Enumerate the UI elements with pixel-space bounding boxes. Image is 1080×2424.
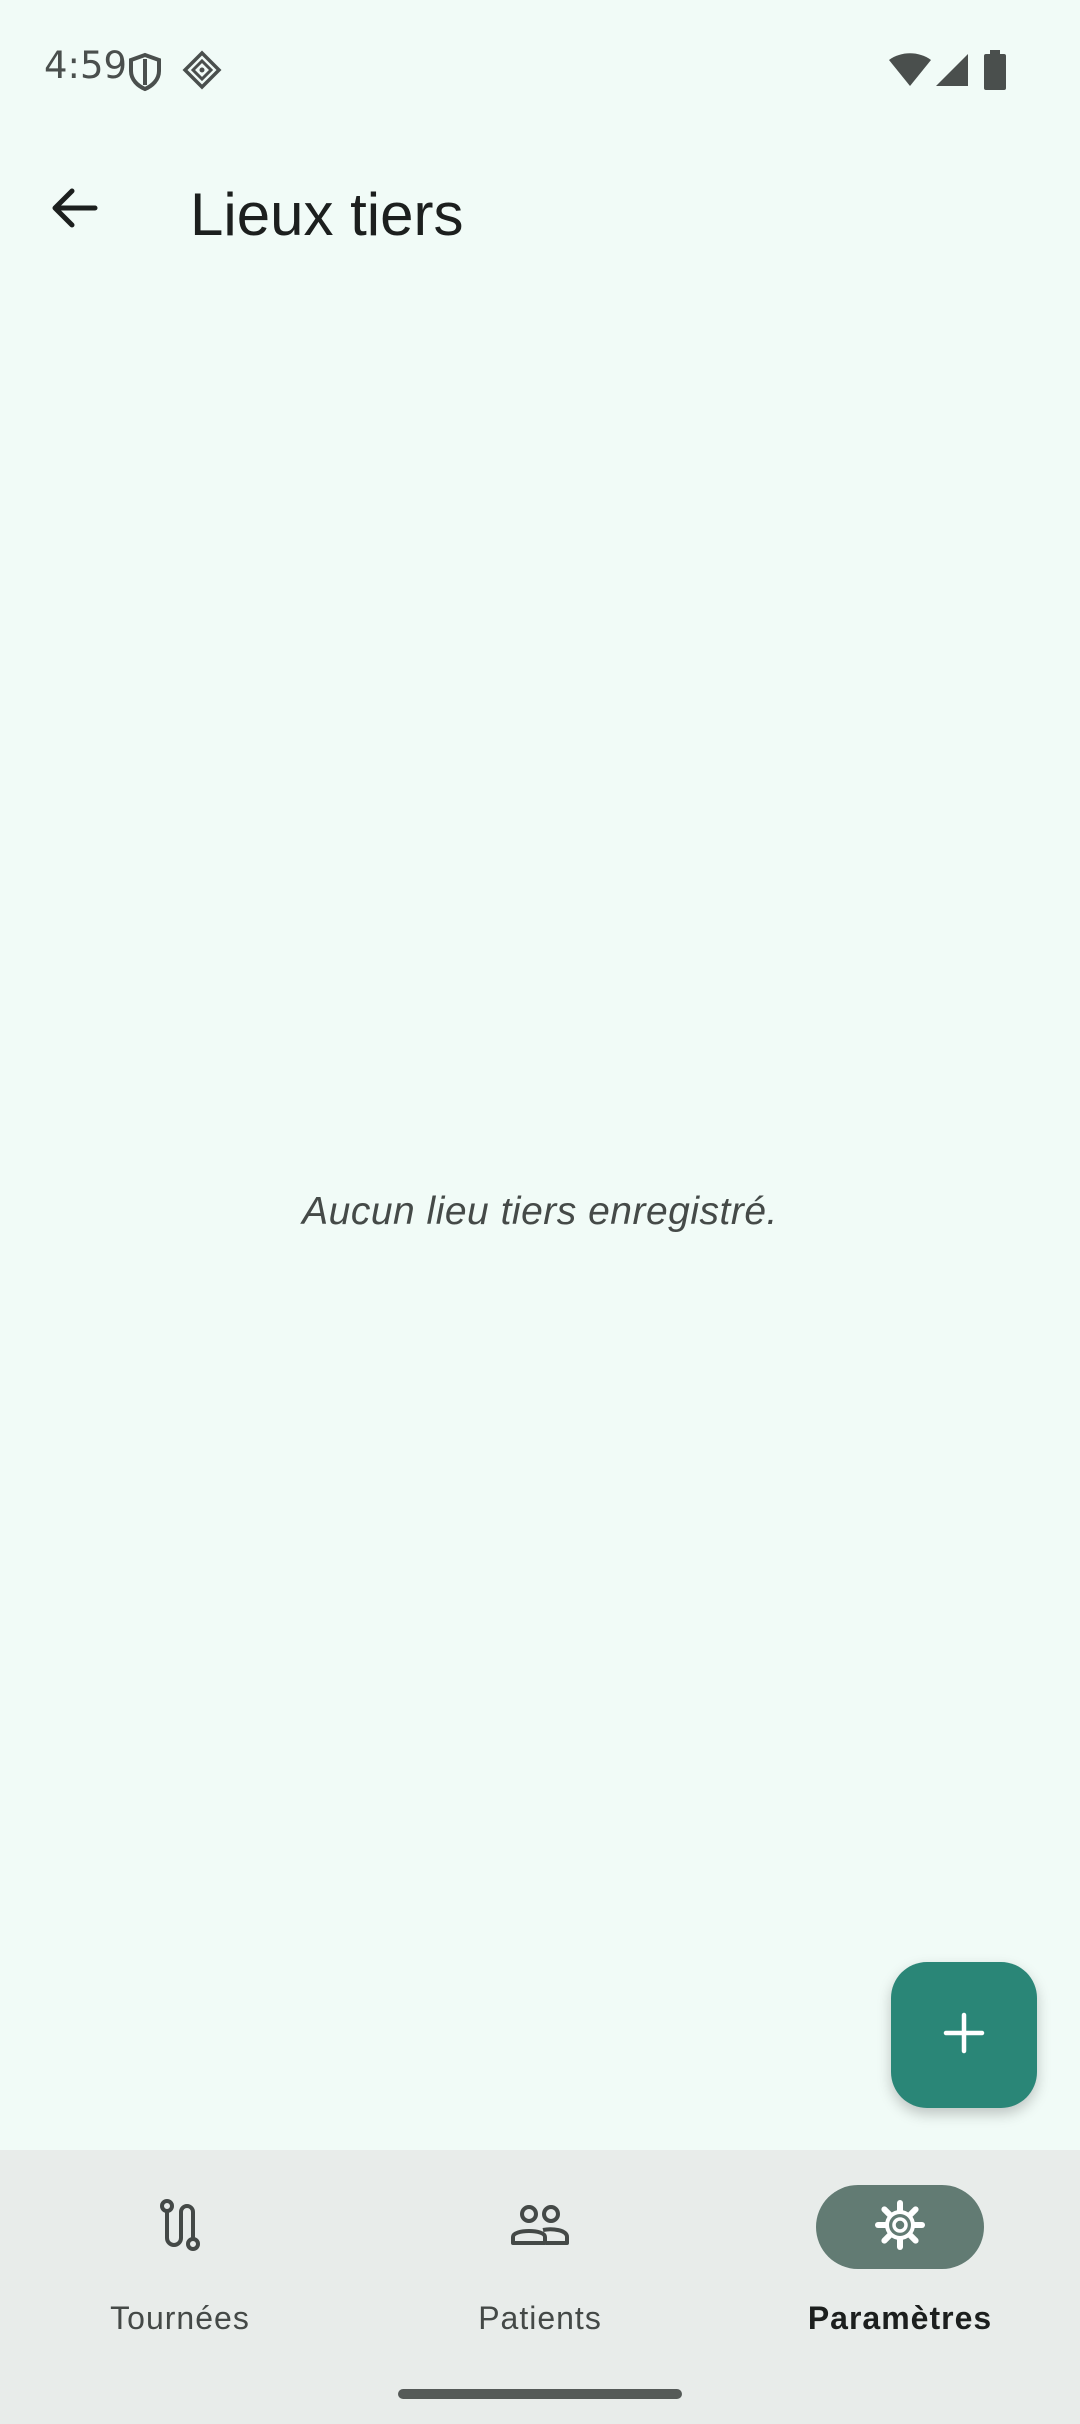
- battery-icon: [984, 50, 1006, 95]
- nav-label-tournees: Tournées: [110, 2300, 250, 2336]
- nav-pill: [96, 2185, 264, 2269]
- app-bar: Lieux tiers: [0, 140, 1080, 290]
- status-bar: 4:59: [0, 0, 1080, 140]
- signal-icon: [934, 52, 970, 93]
- nav-label-patients: Patients: [478, 2300, 602, 2336]
- bottom-navigation: Tournées Patients Paramètres: [0, 2150, 1080, 2424]
- nav-pill: [456, 2185, 624, 2269]
- route-icon: [154, 2198, 206, 2257]
- nav-item-parametres[interactable]: Paramètres: [720, 2150, 1080, 2370]
- back-button[interactable]: [36, 172, 112, 248]
- people-icon: [510, 2203, 570, 2252]
- nav-item-patients[interactable]: Patients: [360, 2150, 720, 2370]
- home-indicator[interactable]: [398, 2389, 682, 2399]
- grid-diamond-icon: [182, 50, 222, 95]
- status-time: 4:59: [44, 44, 128, 87]
- nav-label-parametres: Paramètres: [807, 2300, 993, 2336]
- add-place-button[interactable]: [891, 1962, 1037, 2108]
- arrow-back-icon: [49, 183, 99, 238]
- shield-icon: [128, 52, 162, 97]
- nav-item-tournees[interactable]: Tournées: [0, 2150, 360, 2370]
- empty-state-message: Aucun lieu tiers enregistré.: [302, 1190, 778, 1233]
- wifi-icon: [888, 52, 932, 93]
- plus-icon: [942, 2011, 986, 2060]
- nav-pill-active: [816, 2185, 984, 2269]
- gear-icon: [872, 2197, 928, 2258]
- page-title: Lieux tiers: [190, 181, 464, 248]
